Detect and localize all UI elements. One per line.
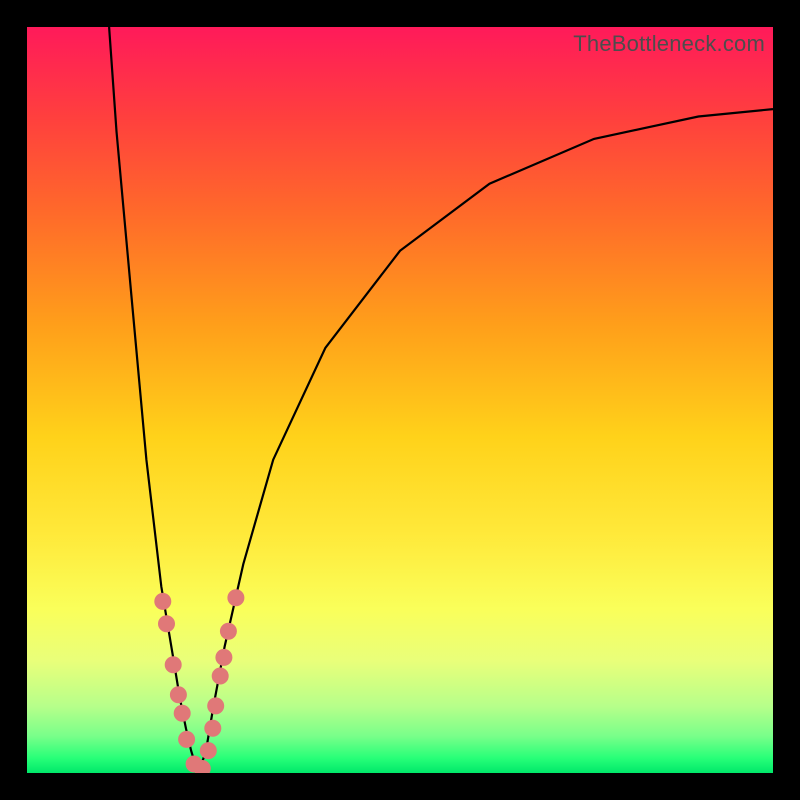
data-dot <box>194 761 210 774</box>
bottleneck-curve <box>27 27 773 773</box>
left-branch-path <box>109 27 199 773</box>
data-dot <box>220 623 236 639</box>
data-dot <box>165 657 181 673</box>
data-dot <box>170 687 186 703</box>
data-dot <box>205 720 221 736</box>
data-dot <box>208 698 224 714</box>
data-dot <box>216 649 232 665</box>
chart-frame: TheBottleneck.com <box>0 0 800 800</box>
data-dot <box>174 705 190 721</box>
data-dot <box>186 756 202 772</box>
data-dot <box>200 743 216 759</box>
data-dot <box>179 731 195 747</box>
data-dot <box>212 668 228 684</box>
data-dots <box>155 590 244 773</box>
watermark-text: TheBottleneck.com <box>573 31 765 57</box>
plot-area: TheBottleneck.com <box>27 27 773 773</box>
curve-paths <box>109 27 773 773</box>
data-dot <box>228 590 244 606</box>
data-dot <box>155 593 171 609</box>
right-branch-path <box>199 109 773 773</box>
data-dot <box>159 616 175 632</box>
